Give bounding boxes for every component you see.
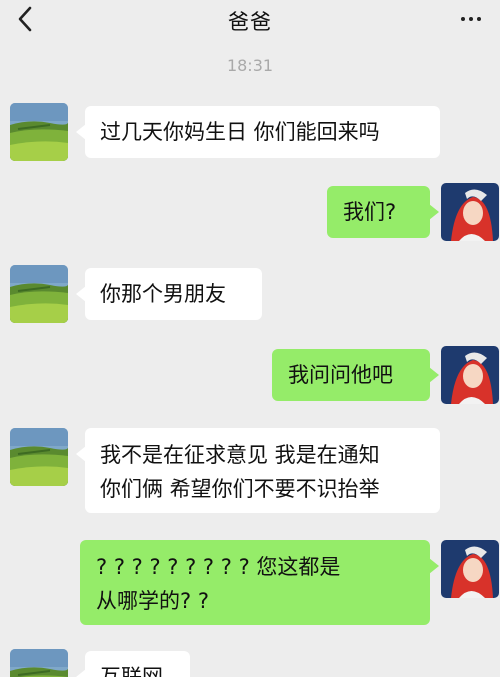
message-bubble-received[interactable]: 互联网	[76, 651, 190, 677]
my-avatar[interactable]	[441, 540, 499, 598]
message-text-line: 你们俩 希望你们不要不识抬举	[100, 477, 380, 501]
dad-avatar[interactable]	[10, 428, 68, 486]
more-dots-icon	[461, 17, 465, 21]
my-avatar[interactable]	[441, 346, 499, 404]
message-bubble-received[interactable]: 过几天你妈生日 你们能回来吗	[76, 106, 440, 158]
message-text: 过几天你妈生日 你们能回来吗	[100, 120, 380, 144]
more-button[interactable]	[456, 4, 486, 34]
message-text-line: 我不是在征求意见 我是在通知	[100, 443, 380, 467]
dad-avatar[interactable]	[10, 649, 68, 677]
message-text: 我们?	[343, 200, 397, 224]
chat-title: 爸爸	[228, 10, 272, 34]
message-text: 互联网	[100, 665, 163, 677]
message-text-line: 从哪学的? ?	[96, 589, 209, 613]
chat-header: 爸爸	[0, 0, 500, 40]
message-text: 我问问他吧	[288, 363, 393, 387]
message-bubble-received[interactable]: 我不是在征求意见 我是在通知 你们俩 希望你们不要不识抬举	[76, 428, 440, 513]
message-text-line: ? ? ? ? ? ? ? ? ? 您这都是	[96, 555, 341, 579]
dad-avatar[interactable]	[10, 265, 68, 323]
message-timestamp: 18:31	[226, 56, 274, 75]
my-avatar[interactable]	[441, 183, 499, 241]
message-bubble-sent[interactable]: 我们?	[327, 186, 439, 238]
message-text: 你那个男朋友	[100, 282, 226, 306]
message-bubble-received[interactable]: 你那个男朋友	[76, 268, 262, 320]
chat-screen: 爸爸 18:31 过几天你妈生日 你们能回来吗 我们? 你那个男朋友 我问问他吧…	[0, 0, 500, 677]
message-bubble-sent[interactable]: 我问问他吧	[272, 349, 439, 401]
message-bubble-sent[interactable]: ? ? ? ? ? ? ? ? ? 您这都是 从哪学的? ?	[80, 540, 439, 625]
dad-avatar[interactable]	[10, 103, 68, 161]
